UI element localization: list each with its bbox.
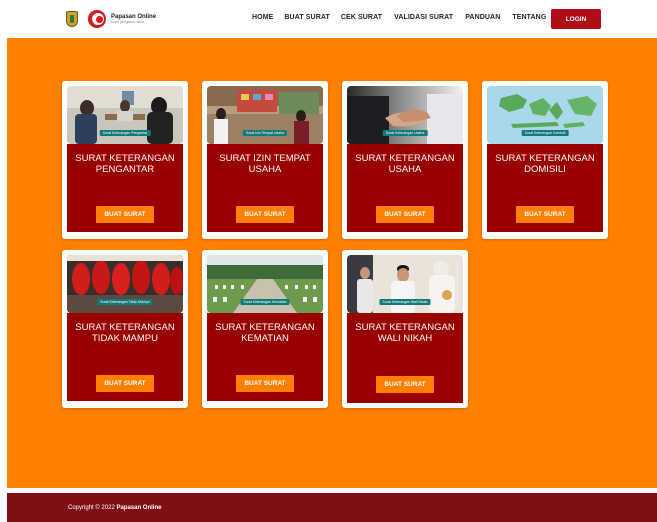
service-image-pengantar: Surat Keterangan Pengantar bbox=[67, 86, 183, 144]
service-title-wali-nikah: SURAT KETERANGAN WALI NIKAH bbox=[355, 322, 455, 344]
image-caption-pengantar: Surat Keterangan Pengantar bbox=[99, 130, 151, 136]
site-logo[interactable]: Papasan Online surat pengantar desa bbox=[66, 10, 156, 28]
service-card-tidak-mampu: Surat Keterangan Tidak Mampu SURAT KETER… bbox=[62, 250, 188, 408]
buat-surat-button-domisili[interactable]: BUAT SURAT bbox=[516, 206, 574, 223]
service-image-domisili: Surat Keterangan Domisili bbox=[487, 86, 603, 144]
image-caption-izin-usaha: Surat Izin Tempat Usaha bbox=[242, 130, 288, 136]
footer-brand: Papasan Online bbox=[116, 505, 162, 511]
image-caption-tidak-mampu: Surat Keterangan Tidak Mampu bbox=[97, 299, 153, 305]
regency-emblem-icon bbox=[66, 10, 86, 28]
service-title-izin-usaha: SURAT IZIN TEMPAT USAHA bbox=[219, 153, 311, 175]
logo-subtitle: surat pengantar desa bbox=[111, 19, 145, 24]
service-image-usaha: Surat Keterangan Usaha bbox=[347, 86, 463, 144]
service-title-kematian: SURAT KETERANGAN KEMATIAN bbox=[215, 322, 315, 344]
services-section: Surat Keterangan Pengantar SURAT KETERAN… bbox=[7, 38, 657, 488]
nav-home[interactable]: HOME bbox=[252, 14, 273, 21]
image-caption-domisili: Surat Keterangan Domisili bbox=[521, 130, 569, 136]
nav-buat-surat[interactable]: BUAT SURAT bbox=[284, 14, 329, 21]
service-image-tidak-mampu: Surat Keterangan Tidak Mampu bbox=[67, 255, 183, 313]
nav-tentang[interactable]: TENTANG bbox=[512, 14, 546, 21]
service-card-kematian: Surat Keterangan Kematian SURAT KETERANG… bbox=[202, 250, 328, 408]
buat-surat-button-izin-usaha[interactable]: BUAT SURAT bbox=[236, 206, 294, 223]
login-button[interactable]: LOGIN bbox=[551, 9, 601, 29]
service-card-wali-nikah: Surat Keterangan Wali Nikah SURAT KETERA… bbox=[342, 250, 468, 408]
service-card-pengantar: Surat Keterangan Pengantar SURAT KETERAN… bbox=[62, 81, 188, 239]
buat-surat-button-pengantar[interactable]: BUAT SURAT bbox=[96, 206, 154, 223]
image-caption-usaha: Surat Keterangan Usaha bbox=[382, 130, 428, 136]
service-title-domisili: SURAT KETERANGAN DOMISILI bbox=[495, 153, 595, 175]
service-title-tidak-mampu: SURAT KETERANGAN TIDAK MAMPU bbox=[75, 322, 175, 344]
buat-surat-button-tidak-mampu[interactable]: BUAT SURAT bbox=[96, 375, 154, 392]
service-card-usaha: Surat Keterangan Usaha SURAT KETERANGAN … bbox=[342, 81, 468, 239]
service-title-pengantar: SURAT KETERANGAN PENGANTAR bbox=[75, 153, 175, 175]
service-card-domisili: Surat Keterangan Domisili SURAT KETERANG… bbox=[482, 81, 608, 239]
image-caption-wali-nikah: Surat Keterangan Wali Nikah bbox=[379, 299, 431, 305]
logo-title: Papasan Online bbox=[111, 13, 157, 20]
brand-logo-icon bbox=[88, 10, 106, 28]
top-navbar: Papasan Online surat pengantar desa HOME… bbox=[0, 0, 657, 38]
service-image-wali-nikah: Surat Keterangan Wali Nikah bbox=[347, 255, 463, 313]
buat-surat-button-usaha[interactable]: BUAT SURAT bbox=[376, 206, 434, 223]
buat-surat-button-kematian[interactable]: BUAT SURAT bbox=[236, 375, 294, 392]
nav-validasi-surat[interactable]: VALIDASI SURAT bbox=[394, 14, 453, 21]
nav-cek-surat[interactable]: CEK SURAT bbox=[341, 14, 382, 21]
service-card-izin-usaha: Surat Izin Tempat Usaha SURAT IZIN TEMPA… bbox=[202, 81, 328, 239]
service-image-izin-usaha: Surat Izin Tempat Usaha bbox=[207, 86, 323, 144]
copyright-text: Copyright © 2022 Papasan Online bbox=[68, 505, 162, 511]
image-caption-kematian: Surat Keterangan Kematian bbox=[240, 299, 290, 305]
service-title-usaha: SURAT KETERANGAN USAHA bbox=[355, 153, 455, 175]
site-footer: Copyright © 2022 Papasan Online bbox=[7, 493, 657, 522]
main-nav: HOME BUAT SURAT CEK SURAT VALIDASI SURAT… bbox=[252, 14, 546, 21]
nav-panduan[interactable]: PANDUAN bbox=[465, 14, 500, 21]
service-image-kematian: Surat Keterangan Kematian bbox=[207, 255, 323, 313]
buat-surat-button-wali-nikah[interactable]: BUAT SURAT bbox=[376, 376, 434, 393]
